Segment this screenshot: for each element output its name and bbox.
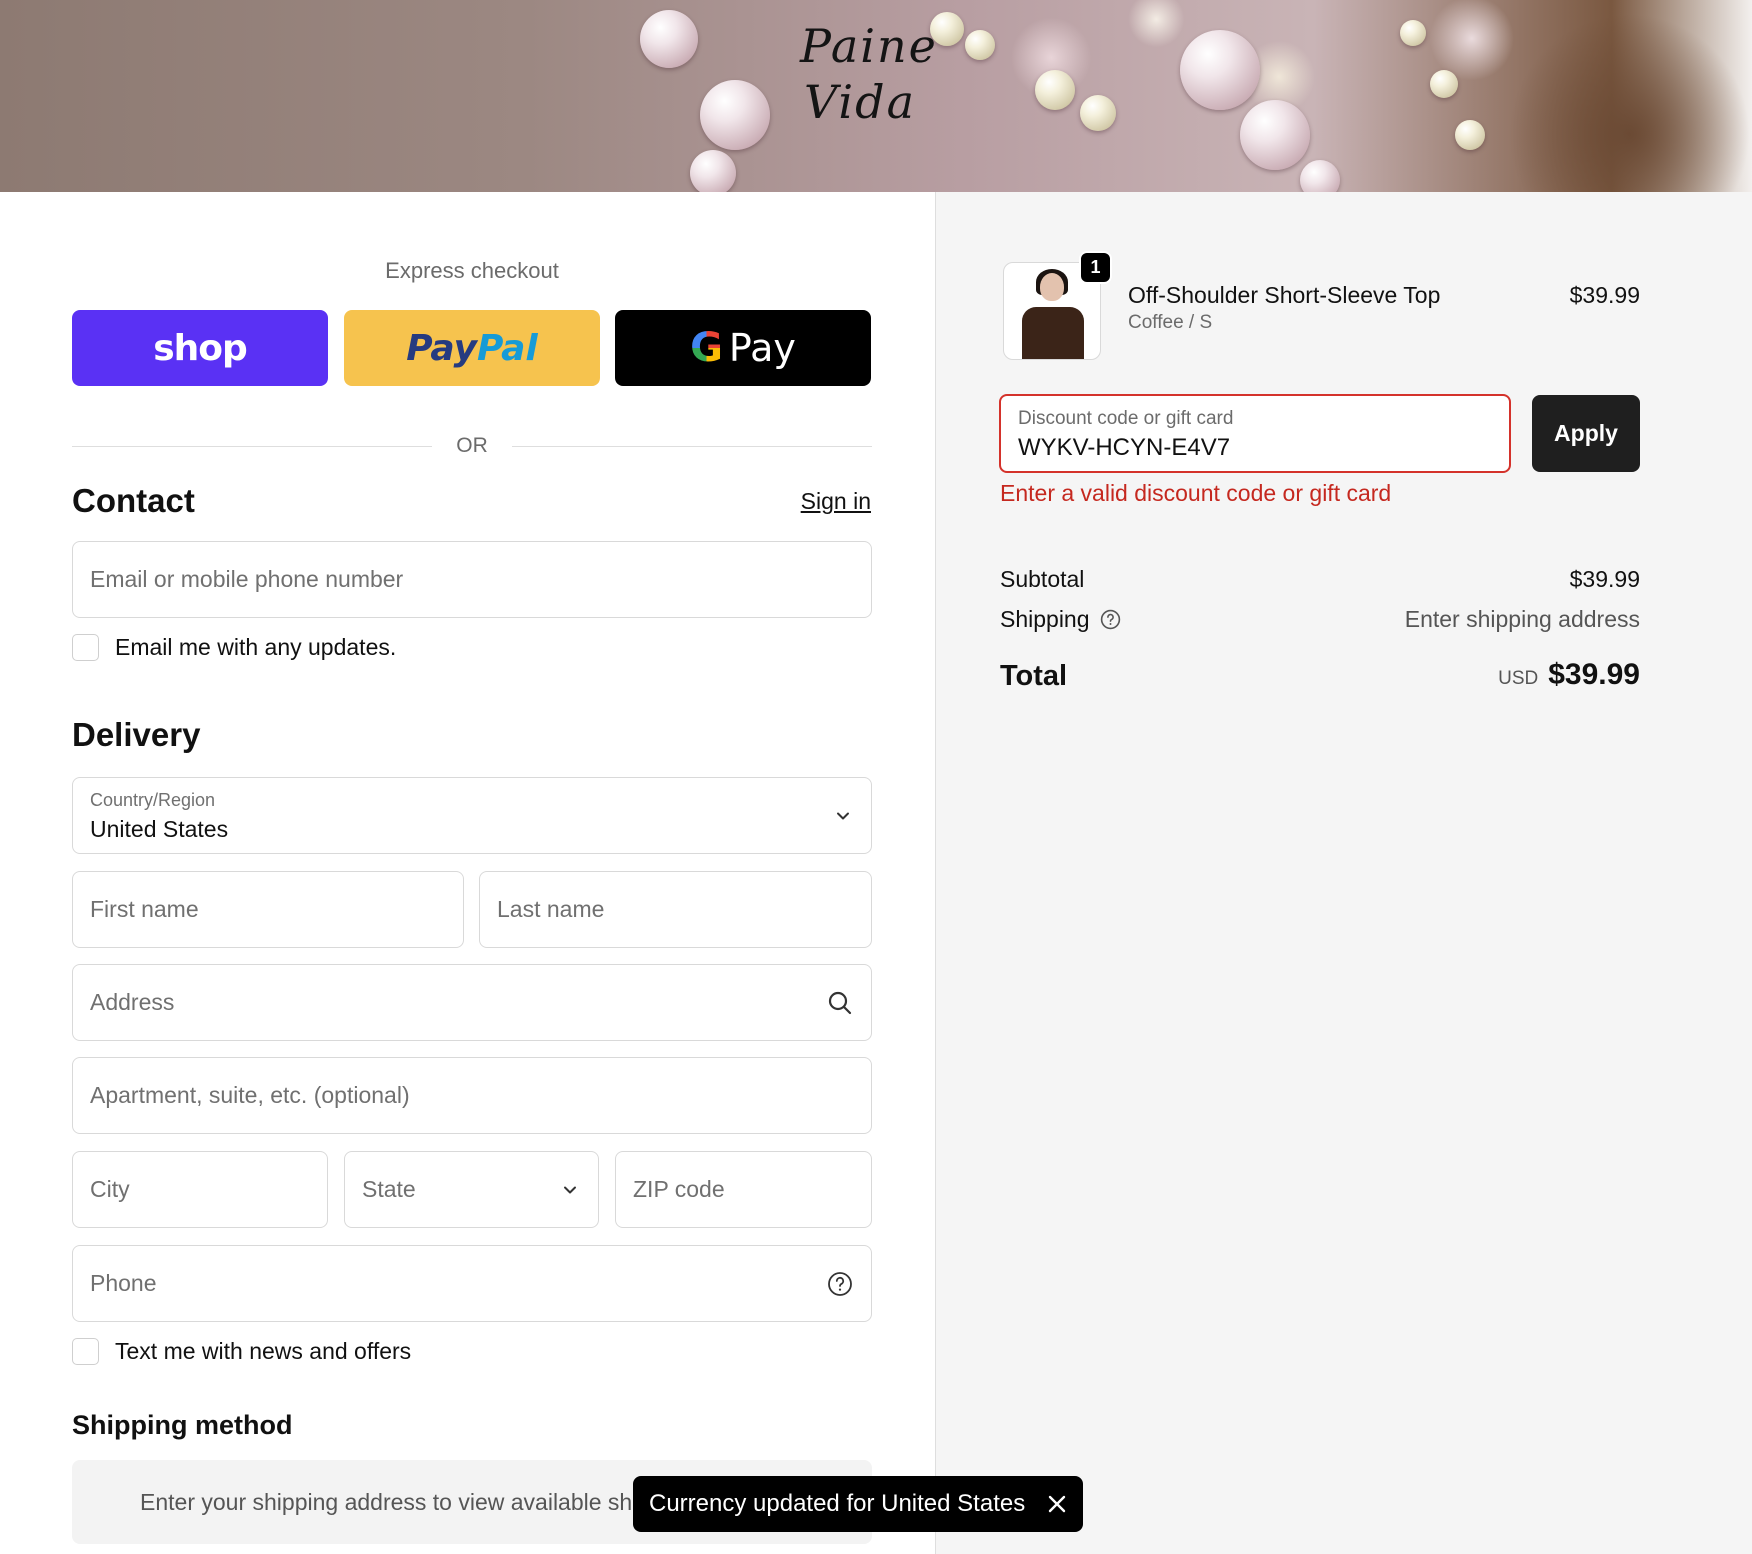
email-updates-label: Email me with any updates. [115,634,397,660]
discount-code-label: Discount code or gift card [1018,408,1234,429]
shipping-method-heading: Shipping method [72,1410,293,1440]
shipping-value: Enter shipping address [1404,606,1640,632]
total-amount: $39.99 [1548,658,1640,691]
logo-line-2: Vida [804,75,916,129]
discount-code-value: WYKV-HCYN-E4V7 [1018,434,1231,461]
banner-pearl [1400,20,1426,46]
subtotal-value: $39.99 [1569,566,1640,592]
divider-line [512,446,872,447]
shipping-label-row: Shipping [1000,606,1121,633]
last-name-placeholder: Last name [497,896,605,922]
address-field[interactable]: Address [72,964,872,1041]
shipping-method-message: Enter your shipping address to view avai… [140,1488,633,1515]
or-divider: OR [72,432,872,462]
apply-discount-button[interactable]: Apply [1532,395,1640,472]
store-logo[interactable]: Paine Vida [800,18,938,130]
first-name-field[interactable]: First name [72,871,464,948]
banner-pearl [1180,30,1260,110]
text-offers-row[interactable]: Text me with news and offers [72,1338,411,1365]
help-circle-icon[interactable] [1100,609,1121,630]
sign-in-link[interactable]: Sign in [801,488,871,515]
currency-toast: Currency updated for United States [633,1476,1084,1532]
banner-pearl [1455,120,1485,150]
banner-pearl [965,30,995,60]
chevron-down-icon [560,1152,580,1227]
address-placeholder: Address [90,989,175,1015]
product-price: $39.99 [1569,282,1640,308]
subtotal-label: Subtotal [1000,566,1085,592]
contact-heading: Contact [72,482,195,519]
paypal-label-part1: Pay [406,327,477,369]
city-placeholder: City [90,1176,130,1202]
total-value-row: USD $39.99 [1498,658,1640,692]
paypal-button[interactable]: Pay Pal [344,310,600,386]
google-pay-button[interactable]: G Pay [615,310,871,386]
help-circle-icon[interactable] [827,1246,853,1321]
zip-placeholder: ZIP code [633,1176,725,1202]
shop-pay-label: shop [153,327,248,369]
google-g-icon: G [690,325,723,371]
email-field[interactable]: Email or mobile phone number [72,541,872,618]
toast-message: Currency updated for United States [649,1490,1026,1517]
banner-pearl [690,150,736,192]
thumbnail-figure-head [1040,273,1064,301]
banner-pearl [1430,70,1458,98]
phone-field[interactable]: Phone [72,1245,872,1322]
total-label: Total [1000,660,1068,692]
logo-line-1: Paine [800,19,938,73]
zip-field[interactable]: ZIP code [615,1151,872,1228]
city-field[interactable]: City [72,1151,328,1228]
banner-pearl [1240,100,1310,170]
apartment-placeholder: Apartment, suite, etc. (optional) [90,1082,410,1108]
state-select[interactable]: State [344,1151,599,1228]
product-variant: Coffee / S [1128,312,1213,333]
discount-error-message: Enter a valid discount code or gift card [1000,480,1392,506]
text-offers-label: Text me with news and offers [115,1338,412,1364]
thumbnail-figure-body [1022,307,1084,359]
checkout-form-pane: Express checkout shop Pay Pal G Pay OR Con… [0,192,935,1554]
express-checkout-title: Express checkout [385,258,559,283]
banner-pearl [640,10,698,68]
first-name-placeholder: First name [90,896,199,922]
state-placeholder: State [362,1176,416,1202]
close-icon[interactable] [1047,1494,1067,1514]
shipping-label: Shipping [1000,606,1090,632]
email-updates-checkbox[interactable] [72,634,99,661]
header-banner: Paine Vida [0,0,1752,192]
banner-pearl [1080,95,1116,131]
banner-pearl [700,80,770,150]
apartment-field[interactable]: Apartment, suite, etc. (optional) [72,1057,872,1134]
last-name-field[interactable]: Last name [479,871,872,948]
chevron-down-icon [833,778,853,853]
product-name: Off-Shoulder Short-Sleeve Top [1128,282,1441,308]
email-updates-row[interactable]: Email me with any updates. [72,634,396,661]
shop-pay-button[interactable]: shop [72,310,328,386]
country-value: United States [90,816,229,842]
discount-code-field[interactable]: Discount code or gift card WYKV-HCYN-E4V… [999,394,1511,473]
phone-placeholder: Phone [90,1270,157,1296]
country-select[interactable]: Country/Region United States [72,777,872,854]
total-currency: USD [1498,668,1539,689]
banner-pearl [1035,70,1075,110]
delivery-heading: Delivery [72,716,201,753]
google-pay-label: Pay [728,326,796,370]
quantity-badge: 1 [1079,251,1112,284]
country-label: Country/Region [90,790,216,810]
text-offers-checkbox[interactable] [72,1338,99,1365]
email-placeholder: Email or mobile phone number [90,566,404,592]
banner-pearl [1300,160,1340,192]
paypal-label-part2: Pal [477,327,538,369]
search-icon[interactable] [827,965,853,1040]
